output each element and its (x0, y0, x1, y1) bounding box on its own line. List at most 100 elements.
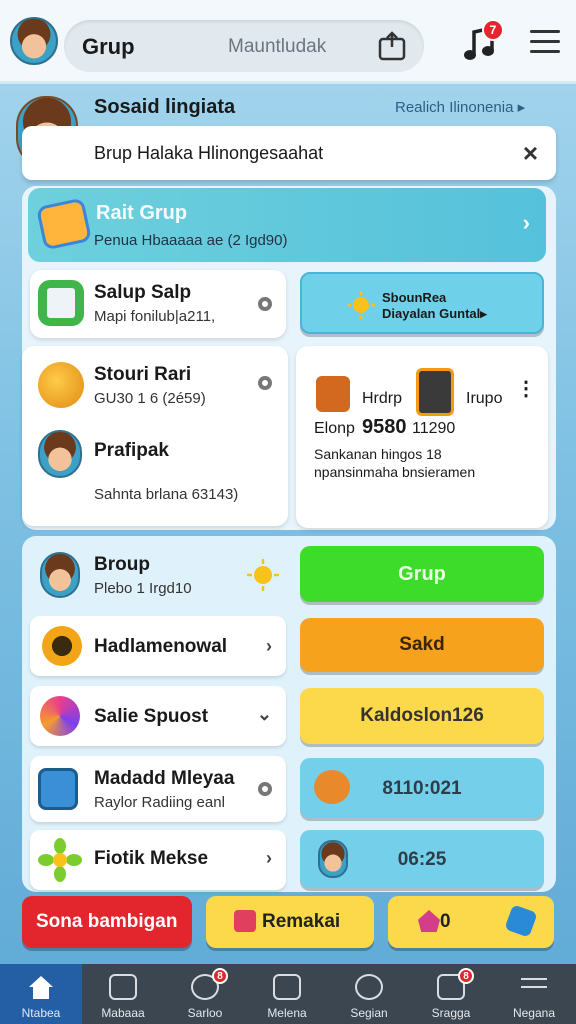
more-icon[interactable]: ⋮ (516, 376, 536, 401)
nav-settings[interactable]: Segian (328, 964, 410, 1024)
list-item-subtitle: Raylor Radiing eanl (94, 794, 225, 811)
promo-value: 9580 (362, 416, 407, 438)
phone-icon (416, 368, 454, 416)
list-item[interactable]: Madadd Mleyaa Raylor Radiing eanl (30, 756, 286, 822)
list-item-title: Madadd Mleyaa (94, 768, 235, 789)
list-item-title: Hadlamenowal (94, 636, 228, 657)
gift-icon (316, 376, 350, 412)
nav-messages[interactable]: Mabaaa (82, 964, 164, 1024)
profile-title: Prafipak (94, 440, 169, 461)
nav-badge: 8 (212, 968, 228, 984)
count-action-button[interactable]: 0 (388, 896, 554, 948)
nav-favorites[interactable]: 8 Sarloo (164, 964, 246, 1024)
sun-line1: SbounRea (382, 290, 447, 305)
card-title: Salup Salp (94, 282, 192, 303)
globe-icon (42, 626, 82, 666)
gift-icon (234, 910, 256, 932)
top-bar: Grup Mauntludak 7 (0, 0, 576, 84)
nav-label: Ntabea (21, 1006, 61, 1020)
menu-icon (521, 978, 547, 994)
menu-icon[interactable] (530, 30, 560, 56)
stouri-subtitle: GU30 1 6 (2é59) (94, 390, 206, 407)
region-link[interactable]: Realich Ilinonenia ▸ (395, 98, 525, 116)
tablet-icon (38, 768, 78, 810)
list-item-subtitle: Plebo 1 Irgd10 (94, 580, 192, 597)
promo-label1: Hrdrp (362, 390, 403, 407)
compass-icon (355, 974, 383, 1000)
notice-text: Brup Halaka Hlinongesaahat (94, 143, 324, 163)
sakd-button[interactable]: Sakd (300, 618, 544, 672)
radio-icon[interactable] (258, 376, 272, 390)
app-title: Grup (82, 34, 135, 59)
timer-button-1[interactable]: 8110:021 (300, 758, 544, 818)
share-icon[interactable] (378, 31, 406, 61)
nav-mail[interactable]: 8 Sragga (410, 964, 492, 1024)
grup-button[interactable]: Grup (300, 546, 544, 602)
banner-title: Rait Grup (96, 202, 188, 224)
nav-media[interactable]: Melena (246, 964, 328, 1024)
promo-line-b: 11290 (412, 420, 456, 437)
document-icon (38, 280, 84, 326)
avatar-icon (40, 552, 80, 598)
promo-label2: Irupo (466, 390, 503, 407)
search-placeholder: Mauntludak (228, 36, 327, 57)
timer-value: 06:25 (397, 849, 447, 870)
nav-badge: 8 (458, 968, 474, 984)
user-avatar (38, 430, 82, 478)
nav-more[interactable]: Negana (492, 964, 576, 1024)
profile-subtitle: Sahnta brlana 63143) (94, 486, 239, 503)
red-action-button[interactable]: Sona bambigan (22, 896, 192, 948)
chevron-right-icon: › (266, 848, 272, 868)
sun-line2: Diayalan Guntal▸ (382, 306, 487, 321)
stouri-card[interactable]: Stouri Rari GU30 1 6 (2é59) Prafipak Sah… (22, 346, 288, 526)
chevron-down-icon: ⌄ (256, 704, 272, 724)
bottom-nav: Ntabea Mabaaa 8 Sarloo Melena Segian 8 S… (0, 964, 576, 1024)
notice-bar: Brup Halaka Hlinongesaahat × (22, 126, 556, 180)
timer-value: 8110:021 (382, 778, 462, 799)
promo-card[interactable]: Hrdrp Irupo ⋮ Elonp 9580 11290 Sankanan … (296, 346, 548, 528)
list-item-title: Salie Spuost (94, 706, 209, 727)
nav-label: Negana (512, 1006, 556, 1020)
timer-button-2[interactable]: 06:25 (300, 830, 544, 888)
salup-card[interactable]: Salup Salp Mapi fonilub|a211, (30, 270, 286, 338)
list-item-title: Fiotik Mekse (94, 848, 209, 869)
chat-icon (109, 974, 137, 1000)
profile-avatar[interactable] (10, 17, 58, 65)
puzzle-icon (504, 904, 538, 938)
home-icon (418, 910, 440, 932)
search-bar[interactable]: Grup Mauntludak (64, 20, 424, 72)
radio-icon[interactable] (258, 297, 272, 311)
remakai-button[interactable]: Remakai (206, 896, 374, 948)
count-label: 0 (440, 911, 451, 932)
swirl-icon (40, 696, 80, 736)
group-banner[interactable]: Rait Grup Penua Hbaaaaa ae (2 Igd90) › (28, 188, 546, 262)
chevron-right-icon: › (522, 210, 530, 235)
list-item[interactable]: Broup Plebo 1 Irgd10 (30, 544, 286, 606)
stouri-title: Stouri Rari (94, 364, 192, 385)
nav-label: Sarloo (187, 1006, 223, 1020)
list-item[interactable]: Salie Spuost ⌄ (30, 686, 286, 746)
nav-label: Melena (267, 1006, 307, 1020)
close-icon[interactable]: × (523, 138, 538, 169)
section-title: Sosaid lingiata (94, 96, 236, 118)
photo-icon (273, 974, 301, 1000)
nav-label: Segian (350, 1006, 388, 1020)
radio-icon[interactable] (258, 782, 272, 796)
chevron-right-icon: › (266, 636, 272, 656)
promo-desc1: Sankanan hingos 18 (314, 446, 442, 462)
home-icon (29, 976, 53, 999)
nav-label: Sragga (431, 1006, 471, 1020)
sun-info-button[interactable]: SbounRea Diayalan Guntal▸ (300, 272, 544, 334)
card-subtitle: Mapi fonilub|a211, (94, 308, 216, 325)
nav-label: Mabaaa (101, 1006, 145, 1020)
kados-button[interactable]: Kaldoslon126 (300, 688, 544, 744)
list-item[interactable]: Fiotik Mekse › (30, 830, 286, 890)
nav-home[interactable]: Ntabea (0, 964, 82, 1024)
list-item[interactable]: Hadlamenowal › (30, 616, 286, 676)
promo-line-a: Elonp (314, 420, 355, 437)
flower-icon (38, 838, 82, 882)
map-icon (35, 197, 93, 251)
globe-icon (38, 362, 84, 408)
remakai-label: Remakai (262, 911, 341, 932)
sun-icon (247, 559, 279, 591)
